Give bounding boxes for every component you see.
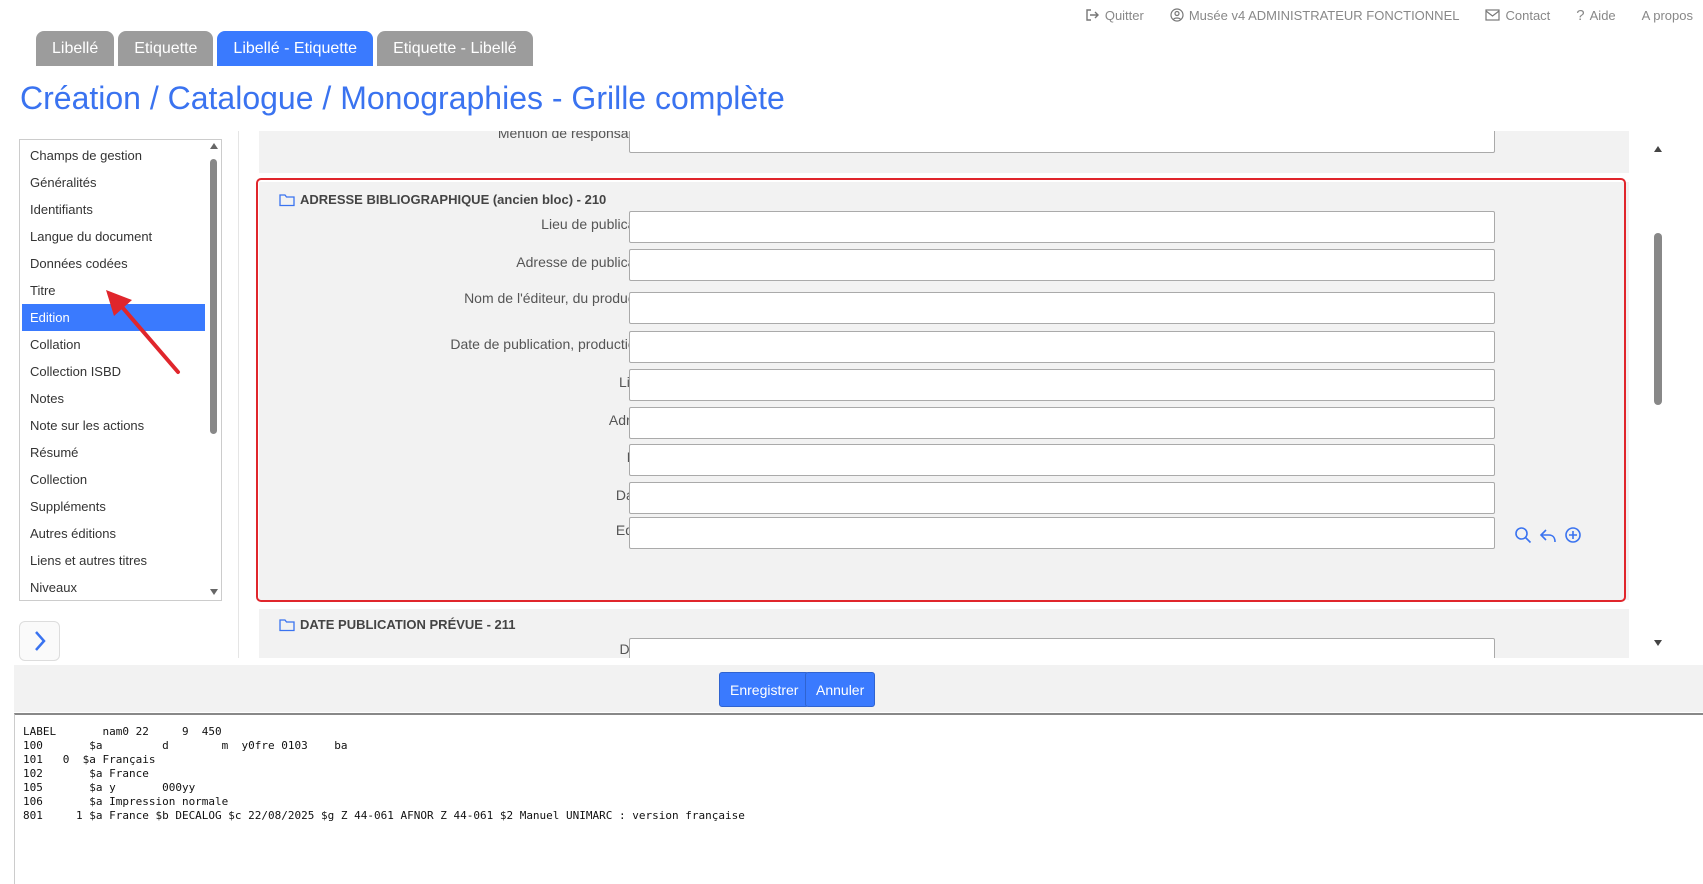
block-211-title: DATE PUBLICATION PRÉVUE - 211	[300, 617, 516, 632]
tab-etiquette-libelle[interactable]: Etiquette - Libellé	[377, 31, 533, 66]
sidebar-item[interactable]: Notes	[22, 385, 205, 412]
contact-link[interactable]: Contact	[1485, 6, 1550, 24]
highlight-frame	[256, 178, 1626, 602]
marc-line: 100 $a d m y0fre 0103 ba	[23, 739, 348, 752]
scroll-down-icon[interactable]	[1654, 640, 1662, 646]
question-icon: ?	[1576, 6, 1585, 24]
sidebar-item[interactable]: Résumé	[22, 439, 205, 466]
sidebar-item[interactable]: Champs de gestion	[22, 142, 205, 169]
sidebar-item[interactable]: Généralités	[22, 169, 205, 196]
mail-icon	[1485, 9, 1501, 21]
sidebar-item[interactable]: Suppléments	[22, 493, 205, 520]
top-links: Quitter Musée v4 ADMINISTRATEUR FONCTION…	[1059, 6, 1693, 24]
scrollbar-thumb[interactable]	[210, 159, 217, 434]
cancel-button[interactable]: Annuler	[805, 672, 876, 707]
marc-line: 102 $a France	[23, 767, 149, 780]
form-scrollbar[interactable]	[1648, 131, 1668, 658]
sidebar-item[interactable]: Autres éditions	[22, 520, 205, 547]
contact-label: Contact	[1505, 7, 1551, 23]
save-button[interactable]: Enregistrer	[719, 672, 810, 707]
user-label: Musée v4 ADMINISTRATEUR FONCTIONNEL	[1188, 7, 1460, 23]
scroll-up-icon[interactable]	[210, 143, 218, 149]
annotation-arrow-icon	[106, 290, 180, 374]
expand-panel-button[interactable]	[19, 621, 60, 661]
user-link[interactable]: Musée v4 ADMINISTRATEUR FONCTIONNEL	[1170, 6, 1460, 24]
sidebar-item[interactable]: Note sur les actions	[22, 412, 205, 439]
folder-icon	[279, 618, 295, 632]
quit-link[interactable]: Quitter	[1085, 6, 1144, 24]
block-211-header: DATE PUBLICATION PRÉVUE - 211	[279, 617, 516, 632]
block-205: Mention de responsabilité suivante - 205…	[259, 131, 1629, 173]
block-211: DATE PUBLICATION PRÉVUE - 211 Date(AAMMJ…	[259, 609, 1629, 658]
sidebar-item[interactable]: Collection	[22, 466, 205, 493]
help-link[interactable]: ? Aide	[1576, 6, 1615, 24]
about-label: A propos	[1641, 7, 1693, 23]
tab-libelle-etiquette[interactable]: Libellé - Etiquette	[217, 31, 374, 66]
marc-line: 801 1 $a France $b DECALOG $c 22/08/2025…	[23, 809, 745, 822]
tab-libelle[interactable]: Libellé	[36, 31, 115, 66]
user-circle-icon	[1170, 8, 1184, 22]
marc-line: 105 $a y 000yy	[23, 781, 196, 794]
scroll-up-icon[interactable]	[1654, 146, 1662, 152]
view-tabs: Libellé Etiquette Libellé - Etiquette Et…	[36, 31, 537, 66]
page-title: Création / Catalogue / Monographies - Gr…	[20, 80, 785, 116]
field-205g-input[interactable]	[629, 131, 1495, 153]
tab-etiquette[interactable]: Etiquette	[118, 31, 214, 66]
quit-label: Quitter	[1104, 7, 1144, 23]
logout-icon	[1085, 8, 1100, 22]
marc-line: 101 0 $a Français	[23, 753, 156, 766]
about-link[interactable]: A propos	[1642, 6, 1693, 24]
marc-line: 106 $a Impression normale	[23, 795, 229, 808]
sidebar-item[interactable]: Identifiants	[22, 196, 205, 223]
marc-preview: LABEL nam0 22 9 450 100 $a d m y0fre 0103…	[14, 713, 1703, 884]
action-bar: Enregistrer Annuler	[14, 665, 1703, 712]
sidebar-item[interactable]: Niveaux	[22, 574, 205, 600]
marc-line: LABEL nam0 22 9 450	[23, 725, 222, 738]
scroll-down-icon[interactable]	[210, 589, 218, 595]
sidebar-item[interactable]: Données codées	[22, 250, 205, 277]
sidebar-item[interactable]: Langue du document	[22, 223, 205, 250]
help-label: Aide	[1589, 7, 1616, 23]
form-panel: Mention de responsabilité suivante - 205…	[238, 131, 1668, 658]
section-nav-scrollbar[interactable]	[208, 141, 220, 599]
scrollbar-thumb[interactable]	[1654, 233, 1662, 405]
sidebar-item[interactable]: Liens et autres titres	[22, 547, 205, 574]
field-211a-input[interactable]	[629, 638, 1495, 658]
chevron-right-icon	[34, 631, 46, 651]
